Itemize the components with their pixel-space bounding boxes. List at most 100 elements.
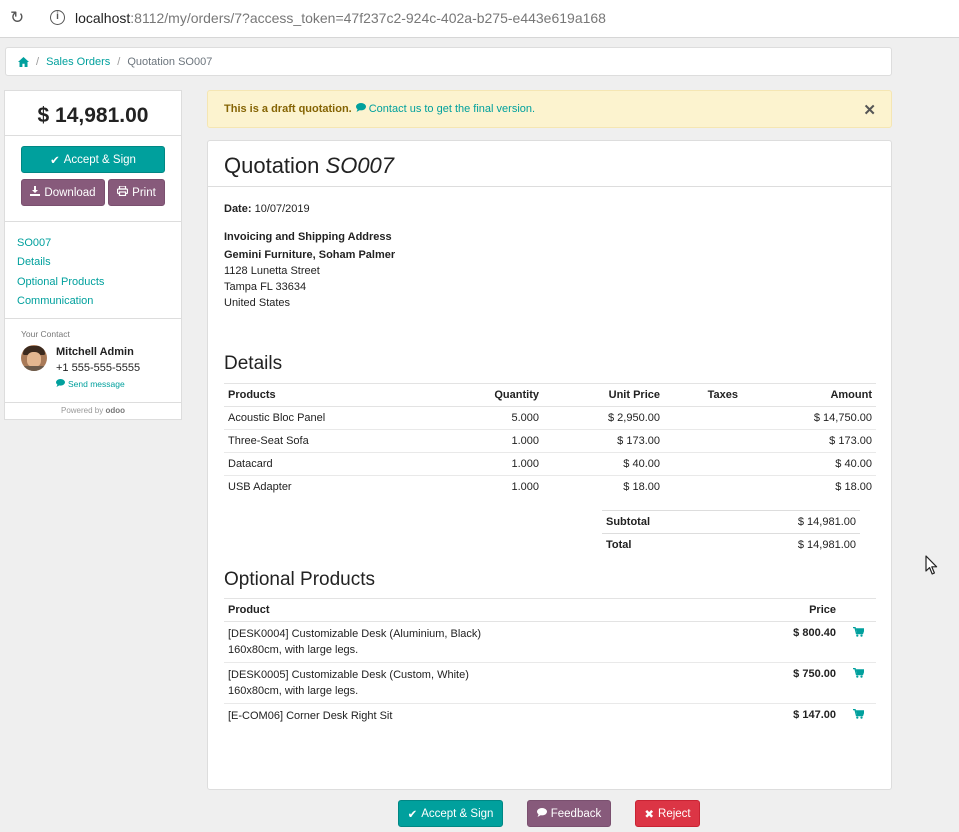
optional-price-value: $ 147.00 [793, 709, 836, 721]
cart-icon[interactable] [852, 667, 865, 681]
row-product: Acoustic Bloc Panel [224, 406, 424, 430]
add-to-cart-cell [840, 621, 876, 663]
address-line: United States [224, 297, 291, 309]
reload-icon[interactable]: ↻ [10, 9, 28, 27]
optional-product-cell: [E-COM06] Corner Desk Right Sit [224, 704, 784, 730]
col-add [840, 598, 876, 622]
feedback-button[interactable]: Feedback [527, 800, 611, 827]
odoo-logo[interactable]: odoo [105, 406, 125, 415]
contact-us-link[interactable]: Contact us to get the final version. [355, 103, 535, 115]
row-quantity: 5.000 [424, 406, 543, 430]
print-label: Print [132, 186, 156, 199]
breadcrumb: / Sales Orders / Quotation SO007 [5, 47, 892, 76]
optional-product-name: [DESK0005] Customizable Desk (Custom, Wh… [228, 669, 469, 681]
table-row: Acoustic Bloc Panel 5.000 $ 2,950.00 $ 1… [224, 406, 876, 430]
optional-product-price: $ 800.40 [784, 621, 840, 663]
row-quantity: 1.000 [424, 429, 543, 453]
your-contact-label: Your Contact [21, 329, 70, 339]
optional-products-table: Product Price [DESK0004] Customizable De… [224, 598, 876, 729]
address-line: Tampa FL 33634 [224, 281, 307, 293]
sidebar-nav-communication[interactable]: Communication [17, 292, 169, 311]
row-product: USB Adapter [228, 481, 292, 494]
table-row: [E-COM06] Corner Desk Right Sit $ 147.00 [224, 704, 876, 730]
powered-by-label: Powered by [60, 406, 104, 415]
row-taxes [664, 476, 742, 499]
row-taxes [664, 452, 742, 476]
col-product: Product [224, 598, 784, 622]
quotation-title: Quotation [224, 153, 320, 178]
comment-icon [536, 807, 547, 820]
breadcrumb-current: Quotation SO007 [127, 55, 213, 68]
url-path: :8112/my/orders/7?access_token=47f237c2-… [130, 10, 606, 26]
draft-quotation-alert: This is a draft quotation. Contact us to… [207, 90, 892, 128]
table-row: [DESK0005] Customizable Desk (Custom, Wh… [224, 662, 876, 704]
close-icon[interactable]: ✕ [863, 101, 876, 119]
bottom-accept-sign-button[interactable]: ✔ Accept & Sign [398, 800, 503, 827]
optional-product-price: $ 147.00 [784, 704, 840, 730]
home-icon[interactable] [18, 56, 29, 67]
contact-name: Mitchell Admin [56, 346, 134, 358]
optional-products-heading: Optional Products [224, 569, 376, 590]
page-title: Quotation SO007 [208, 141, 891, 187]
avatar [21, 345, 47, 371]
times-icon: ✖ [644, 808, 655, 821]
optional-product-name: [DESK0004] Customizable Desk (Aluminium,… [228, 628, 482, 640]
accept-sign-button[interactable]: ✔ Accept & Sign [21, 146, 165, 173]
reject-button[interactable]: ✖ Reject [635, 800, 700, 827]
sidebar-nav-details[interactable]: Details [17, 253, 169, 272]
cart-icon[interactable] [852, 708, 865, 722]
accept-sign-label: Accept & Sign [63, 153, 136, 166]
date-label: Date: [224, 203, 252, 215]
cart-icon[interactable] [852, 626, 865, 640]
comment-icon [355, 103, 366, 115]
table-row: Datacard 1.000 $ 40.00 $ 40.00 [224, 452, 876, 476]
print-icon [117, 185, 129, 199]
download-button[interactable]: Download [21, 179, 105, 206]
optional-product-price: $ 750.00 [784, 662, 840, 704]
address-name: Gemini Furniture, Soham Palmer [224, 249, 396, 261]
row-amount: $ 14,750.00 [742, 406, 876, 430]
powered-by: Powered by odoo [5, 403, 181, 419]
total-value: $ 14,981.00 [797, 539, 856, 551]
optional-price-value: $ 800.40 [793, 627, 836, 639]
table-header-row: Products Quantity Unit Price Taxes Amoun… [224, 383, 876, 407]
sidebar-nav-optional-products[interactable]: Optional Products [17, 273, 169, 292]
browser-address-bar: ↻ i localhost:8112/my/orders/7?access_to… [0, 0, 959, 38]
contact-phone: +1 555-555-5555 [56, 362, 141, 374]
optional-product-desc: 160x80cm, with large legs. [228, 685, 359, 697]
quotation-body: Date: 10/07/2019 Invoicing and Shipping … [224, 203, 876, 311]
send-message-link[interactable]: Send message [56, 379, 125, 389]
table-row: USB Adapter 1.000 $ 18.00 $ 18.00 [224, 476, 876, 499]
sidebar-total-amount: $ 14,981.00 [5, 91, 181, 136]
print-button[interactable]: Print [108, 179, 165, 206]
alert-message: This is a draft quotation. [224, 103, 352, 115]
row-product: Three-Seat Sofa [224, 429, 424, 453]
date-value: 10/07/2019 [254, 203, 310, 215]
row-quantity: 1.000 [424, 452, 543, 476]
mouse-pointer-icon [925, 555, 938, 579]
quotation-card: Quotation SO007 Date: 10/07/2019 Invoici… [207, 140, 892, 790]
bottom-accept-sign-label: Accept & Sign [421, 807, 494, 820]
details-table: Products Quantity Unit Price Taxes Amoun… [224, 383, 876, 499]
url-field[interactable]: localhost:8112/my/orders/7?access_token=… [75, 10, 606, 26]
optional-product-name: [E-COM06] Corner Desk Right Sit [228, 710, 393, 722]
optional-product-desc: 160x80cm, with large legs. [228, 644, 359, 656]
table-row: Three-Seat Sofa 1.000 $ 173.00 $ 173.00 [224, 429, 876, 453]
check-icon: ✔ [407, 808, 418, 821]
site-info-icon[interactable]: i [50, 10, 65, 25]
sidebar-nav-so007[interactable]: SO007 [17, 234, 169, 253]
breadcrumb-sales-orders[interactable]: Sales Orders [46, 56, 110, 68]
row-unit-price: $ 40.00 [543, 452, 664, 476]
col-price: Price [784, 598, 840, 622]
row-product: Datacard [224, 452, 424, 476]
subtotal-row: Subtotal $ 14,981.00 [602, 510, 860, 533]
address-block: Gemini Furniture, Soham Palmer 1128 Lune… [224, 247, 876, 311]
subtotal-value: $ 14,981.00 [797, 516, 856, 528]
quotation-date: Date: 10/07/2019 [224, 203, 876, 215]
table-row: [DESK0004] Customizable Desk (Aluminium,… [224, 621, 876, 663]
col-unit-price: Unit Price [543, 383, 664, 407]
totals-block: Subtotal $ 14,981.00 Total $ 14,981.00 [602, 510, 860, 556]
row-amount: $ 18.00 [835, 481, 872, 494]
sidebar-nav: SO007 Details Optional Products Communic… [5, 222, 181, 319]
row-taxes [664, 406, 742, 430]
